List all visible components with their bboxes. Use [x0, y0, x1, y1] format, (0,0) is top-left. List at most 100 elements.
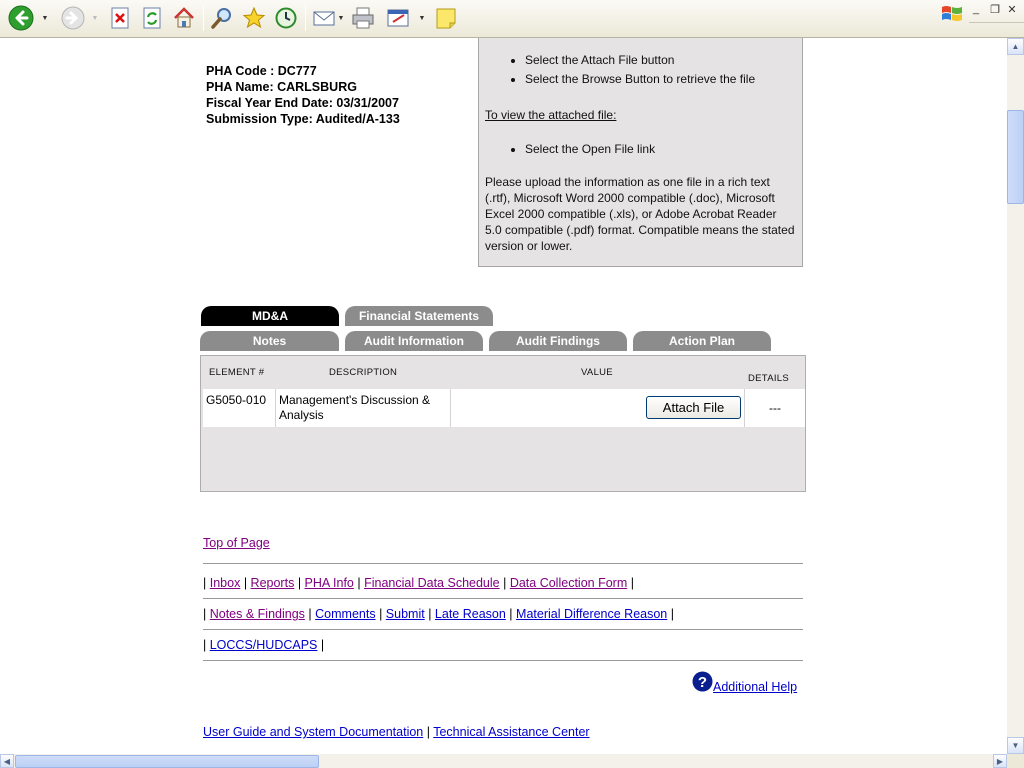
- restore-icon[interactable]: ❐: [988, 2, 1002, 16]
- separator: |: [509, 607, 513, 621]
- data-collection-form-link[interactable]: Data Collection Form: [510, 576, 627, 590]
- element-table: ELEMENT # DESCRIPTION VALUE DETAILS G505…: [200, 355, 806, 492]
- horizontal-scroll-thumb[interactable]: [15, 755, 319, 768]
- separator: |: [203, 607, 207, 621]
- history-icon[interactable]: [272, 4, 300, 32]
- attach-file-button[interactable]: Attach File: [646, 396, 741, 419]
- nav-row-1: | Inbox | Reports | PHA Info | Financial…: [203, 576, 634, 590]
- vertical-scroll-thumb[interactable]: [1007, 110, 1024, 204]
- loccs-hudcaps-link[interactable]: LOCCS/HUDCAPS: [210, 638, 318, 652]
- horizontal-scrollbar[interactable]: ◀ ▶: [0, 754, 1007, 768]
- technical-assistance-link[interactable]: Technical Assistance Center: [433, 725, 589, 739]
- table-row: G5050-010 Management's Discussion & Anal…: [203, 389, 805, 427]
- search-icon[interactable]: [208, 4, 236, 32]
- additional-help-link[interactable]: Additional Help: [713, 680, 797, 694]
- forward-dropdown-icon: ▼: [91, 14, 99, 22]
- tab-label: MD&A: [252, 309, 288, 323]
- tab-label: Audit Information: [364, 334, 464, 348]
- list-item: Select the Attach File button: [525, 52, 796, 68]
- upload-format-note: Please upload the information as one fil…: [485, 175, 795, 253]
- help-icon[interactable]: ?: [692, 671, 713, 695]
- separator: |: [426, 725, 430, 739]
- submission-type: Submission Type: Audited/A-133: [206, 112, 400, 126]
- close-icon[interactable]: ✕: [1005, 2, 1019, 16]
- divider: [203, 629, 803, 630]
- material-difference-reason-link[interactable]: Material Difference Reason: [516, 607, 667, 621]
- separator: |: [379, 607, 383, 621]
- separator: |: [503, 576, 507, 590]
- separator: |: [203, 638, 207, 652]
- separator: |: [357, 576, 361, 590]
- pha-info-block: PHA Code : DC777 PHA Name: CARLSBURG Fis…: [206, 63, 400, 127]
- toolbar-separator: [203, 5, 204, 31]
- financial-data-schedule-link[interactable]: Financial Data Schedule: [364, 576, 500, 590]
- stop-icon[interactable]: [106, 4, 134, 32]
- fiscal-year-end: Fiscal Year End Date: 03/31/2007: [206, 96, 399, 110]
- tab-audit-information[interactable]: Audit Information: [345, 331, 483, 351]
- home-icon[interactable]: [170, 4, 198, 32]
- separator: |: [203, 576, 207, 590]
- mail-dropdown-icon[interactable]: ▼: [337, 14, 345, 22]
- tab-label: Financial Statements: [358, 309, 480, 323]
- print-icon[interactable]: [349, 4, 377, 32]
- pha-info-link[interactable]: PHA Info: [305, 576, 354, 590]
- additional-help-row: Additional Help: [713, 680, 797, 694]
- window-controls: _ ❐ ✕: [935, 0, 1024, 38]
- refresh-icon[interactable]: [138, 4, 166, 32]
- tab-audit-findings[interactable]: Audit Findings: [489, 331, 627, 351]
- back-dropdown-icon[interactable]: ▼: [41, 14, 49, 22]
- view-steps-list: Select the Open File link: [485, 141, 796, 157]
- submit-link[interactable]: Submit: [386, 607, 425, 621]
- separator: |: [308, 607, 312, 621]
- documentation-links-row: User Guide and System Documentation | Te…: [203, 725, 590, 739]
- edit-dropdown-icon[interactable]: ▼: [418, 14, 426, 22]
- separator: |: [670, 607, 674, 621]
- sticky-note-icon[interactable]: [432, 4, 460, 32]
- top-of-page-link[interactable]: Top of Page: [203, 536, 270, 550]
- tab-label: Action Plan: [668, 334, 735, 348]
- separator: |: [428, 607, 432, 621]
- late-reason-link[interactable]: Late Reason: [435, 607, 506, 621]
- notes-findings-link[interactable]: Notes & Findings: [210, 607, 305, 621]
- list-item: Select the Open File link: [525, 141, 796, 157]
- scroll-up-icon[interactable]: ▲: [1007, 38, 1024, 55]
- scroll-down-icon[interactable]: ▼: [1007, 737, 1024, 754]
- divider: [203, 660, 803, 661]
- scroll-right-icon[interactable]: ▶: [993, 754, 1007, 768]
- tab-notes[interactable]: Notes: [200, 331, 339, 351]
- tab-mda[interactable]: MD&A: [201, 306, 339, 326]
- tab-label: Audit Findings: [516, 334, 600, 348]
- header-element: ELEMENT #: [209, 367, 265, 378]
- edit-icon[interactable]: [385, 4, 413, 32]
- tab-action-plan[interactable]: Action Plan: [633, 331, 771, 351]
- favorites-icon[interactable]: [240, 4, 268, 32]
- pha-code: PHA Code : DC777: [206, 64, 317, 78]
- back-icon[interactable]: [7, 4, 35, 32]
- divider: [203, 598, 803, 599]
- details-cell: ---: [769, 401, 781, 415]
- scroll-left-icon[interactable]: ◀: [0, 754, 14, 768]
- list-item: Select the Browse Button to retrieve the…: [525, 71, 796, 87]
- mail-icon[interactable]: [310, 4, 338, 32]
- vertical-scrollbar[interactable]: ▲ ▼: [1007, 38, 1024, 754]
- user-guide-link[interactable]: User Guide and System Documentation: [203, 725, 423, 739]
- description-cell: Management's Discussion & Analysis: [276, 389, 451, 427]
- header-details: DETAILS: [748, 373, 789, 384]
- inbox-link[interactable]: Inbox: [210, 576, 241, 590]
- tab-label: Notes: [252, 334, 287, 348]
- attach-steps-list: Select the Attach File button Select the…: [485, 52, 796, 87]
- separator: |: [320, 638, 325, 652]
- windows-logo-icon: [941, 4, 963, 27]
- reports-link[interactable]: Reports: [251, 576, 295, 590]
- tab-financial-statements[interactable]: Financial Statements: [345, 306, 493, 326]
- header-value: VALUE: [581, 367, 613, 378]
- forward-icon: [59, 4, 87, 32]
- nav-row-2: | Notes & Findings | Comments | Submit |…: [203, 607, 674, 621]
- comments-link[interactable]: Comments: [315, 607, 375, 621]
- instructions-box: Select the Attach File button Select the…: [478, 38, 803, 267]
- nav-row-3: | LOCCS/HUDCAPS |: [203, 638, 324, 652]
- separator: |: [630, 576, 634, 590]
- view-file-heading: To view the attached file:: [485, 108, 617, 122]
- header-description: DESCRIPTION: [329, 367, 398, 378]
- minimize-icon[interactable]: _: [969, 2, 983, 16]
